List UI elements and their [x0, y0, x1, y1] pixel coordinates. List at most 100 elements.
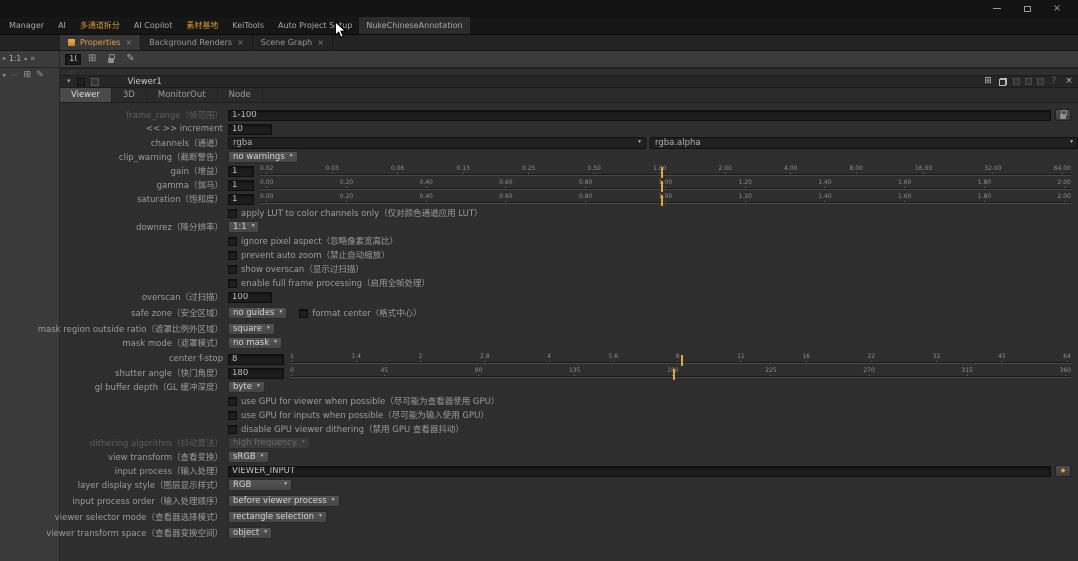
mask-region-outside-ratio-dropdown[interactable]: square ▾	[228, 323, 275, 335]
saturation-slider-marker[interactable]	[661, 194, 664, 206]
input-process-input[interactable]	[228, 465, 1051, 477]
view-transform-dropdown[interactable]: sRGB ▾	[228, 451, 269, 463]
gain-slider-marker[interactable]	[661, 166, 664, 178]
clip-warning-dropdown[interactable]: no warnings ▾	[228, 151, 298, 163]
pencil-icon[interactable]: ✎	[126, 54, 134, 64]
center-fstop-slider[interactable]: 1 1.4 2 2.8 4 5.6 8 11 16 22 32 45 64	[290, 353, 1071, 366]
tab-scene-graph[interactable]: Scene Graph ×	[253, 35, 333, 50]
grid-icon[interactable]: ⊞	[88, 54, 96, 64]
frame-range-input[interactable]	[228, 109, 1051, 121]
input-process-label: input process（输入处理）	[114, 467, 223, 477]
viewer-transform-space-dropdown[interactable]: object ▾	[228, 527, 272, 539]
node-color-swatch[interactable]	[90, 77, 99, 86]
chevron-up-icon[interactable]: ▴	[24, 56, 27, 62]
grid-icon[interactable]: ⊞	[24, 71, 32, 80]
lock-panels-button[interactable]	[103, 53, 119, 65]
load-preset-button[interactable]	[1025, 78, 1032, 85]
shutter-angle-slider[interactable]: 04590135180225270315360	[290, 367, 1071, 380]
row-ignore-pixel-aspect: ignore pixel aspect（忽略像素宽高比）	[60, 234, 1078, 248]
tab-viewer[interactable]: Viewer	[60, 88, 112, 102]
menu-ai-copilot[interactable]: AI Copilot	[127, 17, 179, 34]
menu-asset-base[interactable]: 素材基地	[179, 17, 225, 34]
mask-region-outside-ratio-label: mask region outside ratio（遮罩比例外区域）	[37, 325, 223, 335]
pencil-icon[interactable]: ✎	[36, 71, 44, 80]
prevent-auto-zoom-checkbox[interactable]	[228, 250, 237, 260]
lock-range-button[interactable]	[1055, 109, 1071, 121]
chevron-right-icon[interactable]: ▸	[3, 72, 7, 79]
input-process-node-button[interactable]: ◆	[1055, 465, 1071, 477]
float-panel-button[interactable]	[998, 77, 1008, 86]
mask-mode-dropdown[interactable]: no mask ▾	[228, 337, 282, 349]
saturation-input[interactable]	[228, 193, 254, 205]
show-overscan-checkbox[interactable]	[228, 264, 237, 274]
row-shutter-angle: shutter angle（快门角度） 04590135180225270315…	[60, 366, 1078, 380]
chevron-right-icon[interactable]: ▸	[3, 56, 6, 62]
zoom-ratio-label[interactable]: 1:1	[9, 55, 21, 63]
node-enable-checkbox[interactable]	[76, 77, 85, 86]
viewer-selector-mode-dropdown[interactable]: rectangle selection ▾	[228, 511, 327, 523]
input-process-order-dropdown[interactable]: before viewer process ▾	[228, 495, 340, 507]
menu-nuke-chinese-annotation[interactable]: NukeChineseAnnotation	[359, 17, 470, 34]
close-button[interactable]: ×	[1050, 3, 1064, 15]
gpu-dithering-checkbox[interactable]	[228, 424, 237, 434]
tab-3d[interactable]: 3D	[112, 88, 147, 102]
ignore-pixel-aspect-checkbox[interactable]	[228, 236, 237, 246]
shutter-angle-slider-marker[interactable]	[672, 368, 675, 380]
show-overscan-label: show overscan（显示过扫描）	[241, 265, 364, 275]
gain-input[interactable]	[228, 165, 254, 177]
center-fstop-label: center f-stop	[168, 354, 223, 364]
overscan-input[interactable]	[228, 291, 272, 303]
menu-ai[interactable]: AI	[51, 17, 73, 34]
menu-auto-project-setup[interactable]: Auto Project Setup	[271, 17, 359, 34]
center-fstop-slider-marker[interactable]	[680, 354, 683, 366]
tab-monitorout[interactable]: MonitorOut	[147, 88, 218, 102]
full-frame-processing-checkbox[interactable]	[228, 278, 237, 288]
menu-manager[interactable]: Manager	[2, 17, 51, 34]
max-panels-input[interactable]	[65, 53, 81, 65]
row-viewer-selector-mode: viewer selector mode（查看器选择模式） rectangle …	[55, 510, 1078, 524]
chevron-down-icon: ▾	[638, 139, 641, 146]
layer-display-style-dropdown[interactable]: RGB ▾	[228, 479, 292, 491]
close-tab-icon[interactable]: ×	[125, 38, 132, 47]
increment-input[interactable]	[228, 123, 272, 135]
window-controls: ×	[990, 3, 1064, 15]
layer-display-style-label: layer display style（图层显示样式）	[77, 481, 223, 491]
minimize-button[interactable]	[990, 3, 1004, 15]
collapse-chevron-icon[interactable]: ▾	[67, 78, 71, 85]
row-downrez: downrez（降分辨率） 1:1 ▾	[60, 220, 1078, 234]
menu-icon[interactable]: ≡	[30, 56, 35, 62]
gamma-slider[interactable]: 0.00 0.20 0.40 0.60 0.80 1.00 1.20 1.40 1.60 1.80…	[260, 179, 1071, 192]
gpu-viewer-checkbox[interactable]	[228, 396, 237, 406]
apply-lut-checkbox[interactable]	[228, 208, 237, 218]
menu-multichannel-split[interactable]: 多通道拆分	[73, 17, 127, 34]
saturation-slider[interactable]: 0.00 0.20 0.40 0.60 0.80 1.00 1.20 1.40 1.60 1.80…	[260, 193, 1071, 206]
prevent-auto-zoom-label: prevent auto zoom（禁止自动缩放）	[241, 251, 390, 261]
channels-dropdown[interactable]: rgba ▾	[228, 137, 646, 149]
close-tab-icon[interactable]: ×	[237, 38, 244, 47]
channel-layer-dropdown[interactable]: rgba.alpha ▾	[650, 137, 1078, 149]
gamma-input[interactable]	[228, 179, 254, 191]
sync-button[interactable]	[1037, 78, 1044, 85]
downrez-dropdown[interactable]: 1:1 ▾	[228, 221, 260, 233]
menu-keitools[interactable]: KeiTools	[225, 17, 271, 34]
tab-node[interactable]: Node	[218, 88, 263, 102]
maximize-button[interactable]	[1020, 3, 1034, 15]
gain-slider[interactable]: 0.02 0.03 0.06 0.13 0.25 0.50 1.00 2.00 4.00 8.00…	[260, 165, 1071, 178]
drag-dots-icon[interactable]: ⋯	[12, 72, 19, 79]
center-fstop-input[interactable]	[228, 353, 284, 365]
titlebar: ×	[0, 0, 1078, 17]
format-center-checkbox[interactable]	[299, 308, 309, 318]
tab-background-renders[interactable]: Background Renders ×	[141, 35, 253, 50]
node-name[interactable]: Viewer1	[128, 77, 162, 87]
shutter-angle-input[interactable]	[228, 367, 284, 379]
close-tab-icon[interactable]: ×	[317, 38, 324, 47]
store-preset-button[interactable]	[1013, 78, 1020, 85]
gpu-inputs-checkbox[interactable]	[228, 410, 237, 420]
gl-buffer-depth-dropdown[interactable]: byte ▾	[228, 381, 265, 393]
safe-zone-dropdown[interactable]: no guides ▾	[228, 307, 288, 319]
gamma-slider-marker[interactable]	[661, 180, 664, 192]
help-button[interactable]: ?	[1049, 77, 1059, 86]
tab-properties[interactable]: Properties ×	[60, 35, 142, 50]
center-node-button[interactable]: ⊞	[983, 77, 993, 86]
close-panel-button[interactable]: ×	[1064, 77, 1074, 86]
